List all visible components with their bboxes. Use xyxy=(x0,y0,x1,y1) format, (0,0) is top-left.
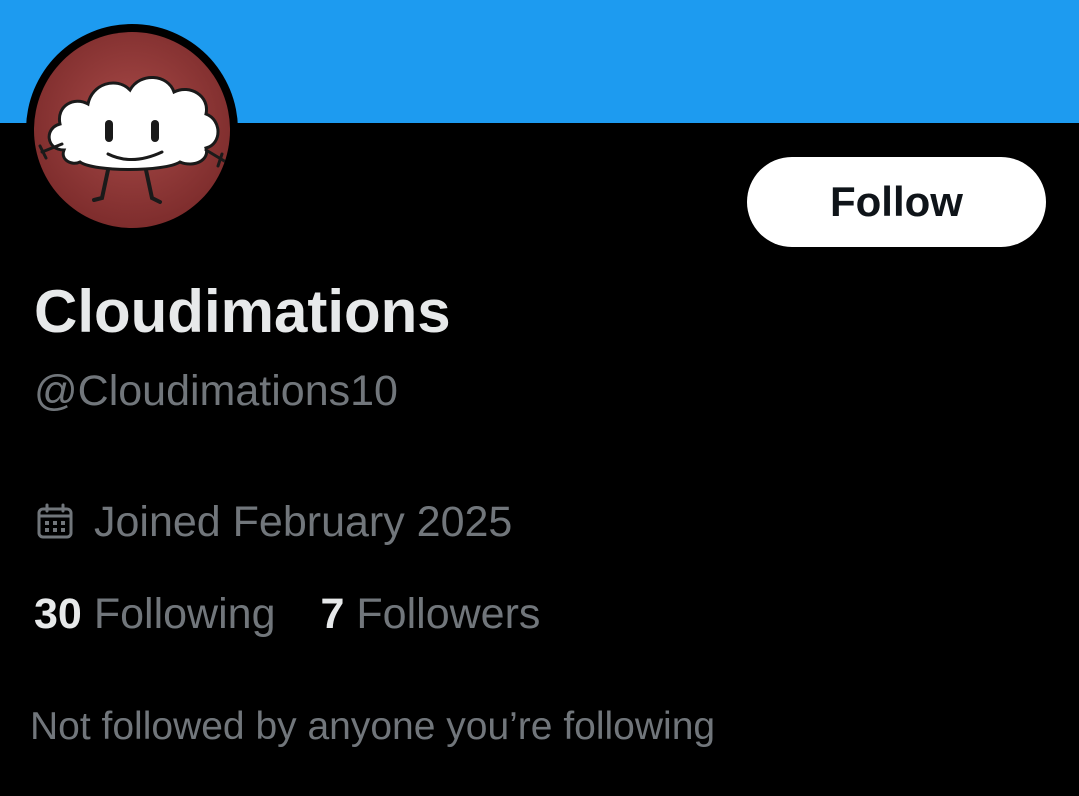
avatar[interactable] xyxy=(34,32,230,228)
calendar-icon xyxy=(36,503,74,541)
follow-stats: 30 Following 7 Followers xyxy=(34,587,540,641)
display-name: Cloudimations xyxy=(34,278,451,345)
joined-date-text: Joined February 2025 xyxy=(94,498,513,546)
joined-date: Joined February 2025 xyxy=(36,495,512,549)
mutual-followers-note: Not followed by anyone you’re following xyxy=(30,705,716,748)
user-handle: @Cloudimations10 xyxy=(34,367,398,415)
cloud-character-avatar-icon xyxy=(34,32,230,228)
followers-count: 7 xyxy=(320,590,345,638)
avatar-border xyxy=(26,24,238,236)
following-count: 30 xyxy=(34,590,82,638)
following-label: Following xyxy=(93,590,276,638)
followers-label: Followers xyxy=(356,590,541,638)
followers-link[interactable]: 7 Followers xyxy=(320,587,540,641)
follow-button[interactable]: Follow xyxy=(747,157,1046,247)
following-link[interactable]: 30 Following xyxy=(34,587,275,641)
